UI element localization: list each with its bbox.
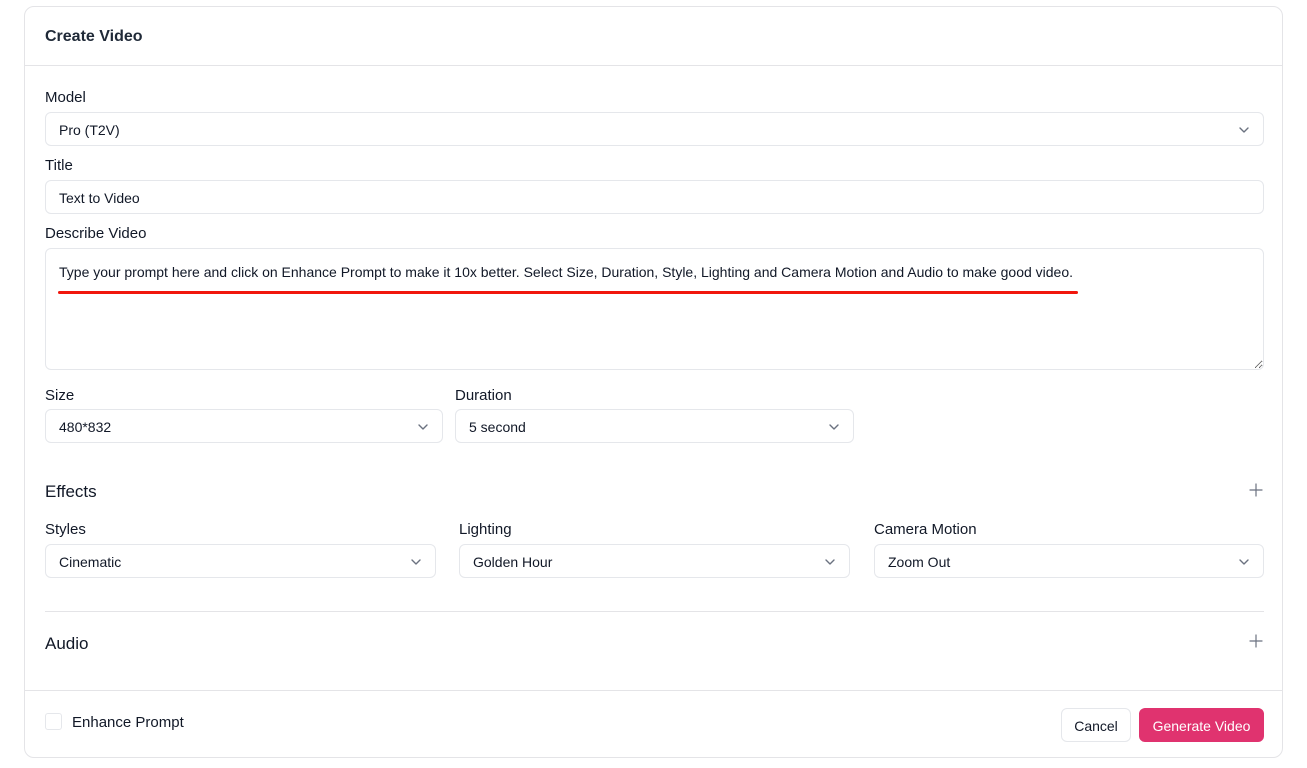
size-label: Size (45, 387, 75, 404)
red-annotation-underline (58, 291, 1078, 294)
create-video-dialog: Create Video Model Pro (T2V) Title Text … (24, 6, 1283, 758)
chevron-down-icon (825, 559, 835, 565)
chevron-down-icon (829, 424, 839, 430)
dialog-header: Create Video (25, 7, 1282, 66)
enhance-prompt-label[interactable]: Enhance Prompt (72, 714, 184, 731)
title-input[interactable]: Text to Video (45, 180, 1264, 214)
duration-label: Duration (455, 387, 512, 404)
camera-motion-select[interactable]: Zoom Out (874, 544, 1264, 578)
styles-select[interactable]: Cinematic (45, 544, 436, 578)
title-label: Title (45, 157, 73, 174)
plus-icon[interactable] (1249, 634, 1263, 648)
model-label: Model (45, 89, 86, 106)
enhance-prompt-checkbox[interactable] (45, 713, 62, 730)
section-divider (45, 611, 1264, 612)
size-select[interactable]: 480*832 (45, 409, 443, 443)
audio-section-title: Audio (45, 634, 89, 653)
model-value: Pro (T2V) (59, 122, 120, 138)
duration-value: 5 second (469, 419, 526, 435)
model-select[interactable]: Pro (T2V) (45, 112, 1264, 146)
dialog-title: Create Video (45, 28, 143, 45)
styles-value: Cinematic (59, 554, 122, 570)
footer-divider (25, 690, 1282, 691)
chevron-down-icon (418, 424, 428, 430)
lighting-label: Lighting (459, 521, 512, 538)
camera-motion-label: Camera Motion (874, 521, 977, 538)
describe-textarea[interactable]: Type your prompt here and click on Enhan… (45, 248, 1264, 370)
generate-video-button[interactable]: Generate Video (1139, 708, 1264, 742)
title-value: Text to Video (59, 190, 140, 206)
size-value: 480*832 (59, 419, 112, 435)
chevron-down-icon (1239, 127, 1249, 133)
lighting-select[interactable]: Golden Hour (459, 544, 850, 578)
effects-section-title: Effects (45, 482, 97, 501)
cancel-button[interactable]: Cancel (1061, 708, 1131, 742)
lighting-value: Golden Hour (473, 554, 553, 570)
describe-label: Describe Video (45, 225, 147, 242)
styles-label: Styles (45, 521, 86, 538)
duration-select[interactable]: 5 second (455, 409, 854, 443)
chevron-down-icon (411, 559, 421, 565)
camera-motion-value: Zoom Out (888, 554, 951, 570)
plus-icon[interactable] (1249, 483, 1263, 497)
chevron-down-icon (1239, 559, 1249, 565)
